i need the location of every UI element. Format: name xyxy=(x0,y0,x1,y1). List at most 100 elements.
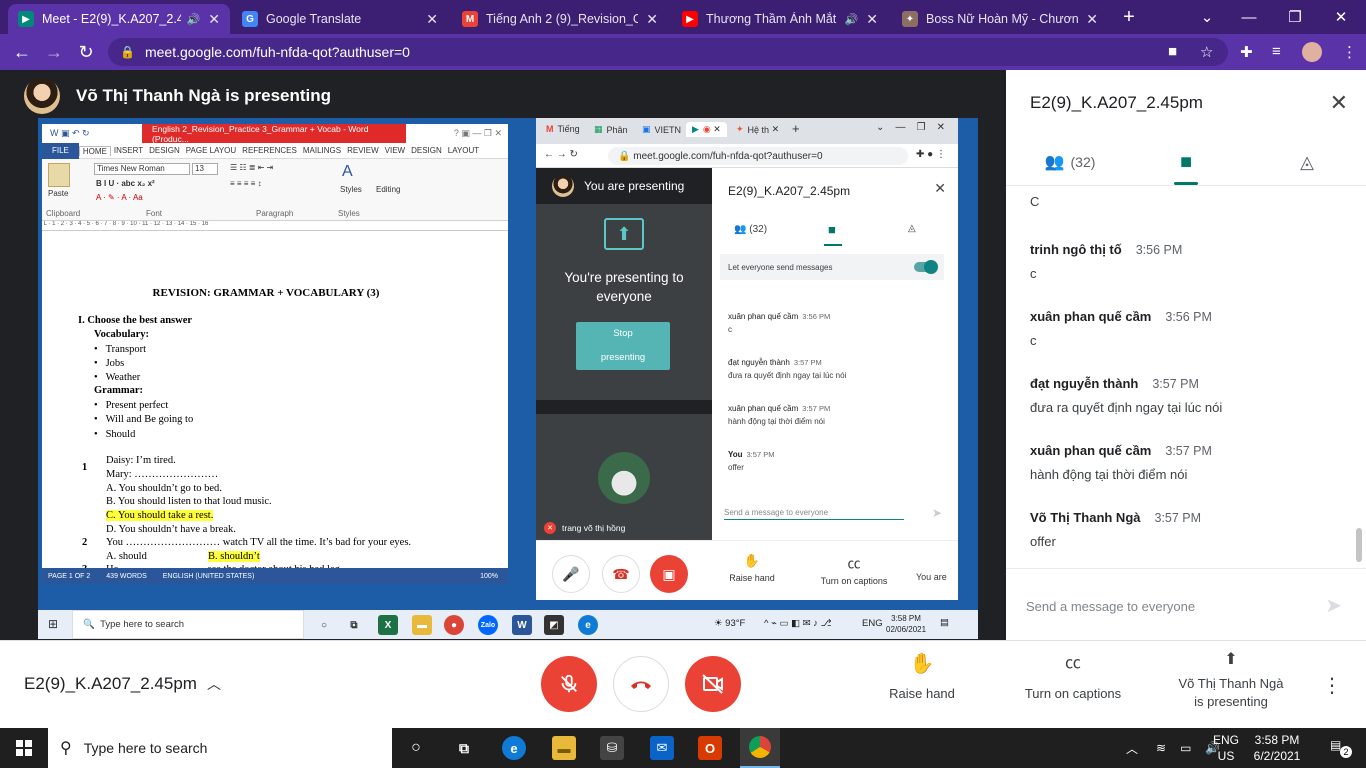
office-icon[interactable]: O xyxy=(698,736,722,760)
message-text: đưa ra quyết định ngay tại lúc nói xyxy=(1030,400,1223,415)
raise-hand-button[interactable]: ✋ Raise hand xyxy=(882,654,962,703)
list-item: • Will and Be going to xyxy=(94,414,194,425)
close-window-button[interactable]: ✕ xyxy=(1318,0,1364,34)
tab-search-icon[interactable]: ⌄ xyxy=(1184,0,1230,34)
close-tab-icon[interactable]: ✕ xyxy=(1086,11,1098,28)
proofing-language: ENGLISH (UNITED STATES) xyxy=(162,572,255,580)
file-explorer-icon[interactable]: ▬ xyxy=(552,736,576,760)
browser-tab-youtube[interactable]: ▶ Thương Thầm Ánh Mắt A 🔊 ✕ xyxy=(672,4,888,34)
back-icon[interactable]: ← xyxy=(10,40,34,64)
close-tab-icon[interactable]: ✕ xyxy=(646,11,658,28)
close-panel-button[interactable]: ✕ xyxy=(1330,90,1348,116)
ribbon-tab-page-layout[interactable]: PAGE LAYOU xyxy=(183,146,239,155)
ribbon-tab-references[interactable]: REFERENCES xyxy=(239,146,300,155)
inner-panel-tabs: 👥 (32) ■ ◬ xyxy=(712,216,958,248)
question-number: 2 xyxy=(82,537,88,548)
ribbon-tab-home[interactable]: HOME xyxy=(78,145,111,156)
ribbon-tab-insert[interactable]: INSERT xyxy=(111,146,146,155)
list-buttons[interactable]: ☰ ☷ ≣ ⇤ ⇥ xyxy=(230,163,273,172)
font-size-select[interactable]: 13 xyxy=(192,163,218,175)
align-buttons[interactable]: ≡ ≡ ≡ ≡ ↕ xyxy=(230,179,262,188)
camera-icon[interactable]: ■ xyxy=(1168,43,1177,60)
editing-label: Editing xyxy=(376,185,401,194)
edge-icon[interactable]: e xyxy=(502,736,526,760)
show-hidden-icons-icon[interactable]: ︿ xyxy=(1126,740,1138,757)
profile-avatar[interactable] xyxy=(1302,42,1322,62)
notifications-button[interactable]: ▤ 2 xyxy=(1330,738,1352,758)
more-options-icon[interactable]: ⋮ xyxy=(1322,673,1342,698)
send-message-input[interactable]: Send a message to everyone xyxy=(1026,599,1195,614)
chat-scrollbar[interactable] xyxy=(1356,528,1362,562)
browser-tab-gmail[interactable]: M Tiếng Anh 2 (9)_Revision_Gra ✕ xyxy=(452,4,668,34)
browser-tab-meet[interactable]: ▶ Meet - E2(9)_K.A207_2.45 🔊 ✕ xyxy=(8,4,230,34)
format-buttons[interactable]: B I U · abc x₂ x² xyxy=(96,179,155,188)
message-text: hành động tại thời điểm nói xyxy=(1030,467,1188,482)
panel-divider xyxy=(1006,185,1366,186)
tile-separator xyxy=(536,400,712,414)
ribbon-tab-view[interactable]: VIEW xyxy=(382,146,408,155)
reload-icon[interactable]: ↻ xyxy=(74,40,98,64)
styles-icon[interactable]: A xyxy=(342,163,353,181)
word-ribbon-tabs: FILE HOME INSERT DESIGN PAGE LAYOU REFER… xyxy=(42,142,508,159)
close-tab-icon[interactable]: ✕ xyxy=(208,11,220,28)
bookmark-star-icon[interactable]: ☆ xyxy=(1200,43,1213,61)
store-icon[interactable]: ⛁ xyxy=(600,736,624,760)
captions-icon: ㏄ xyxy=(847,556,861,571)
browser-tab-translate[interactable]: G Google Translate ✕ xyxy=(232,4,448,34)
ribbon-tab-mailings[interactable]: MAILINGS xyxy=(300,146,344,155)
mic-off-button[interactable] xyxy=(541,656,597,712)
close-tab-icon[interactable]: ✕ xyxy=(866,11,878,28)
tab-people[interactable]: 👥 (32) xyxy=(1038,146,1102,178)
battery-icon[interactable]: ▭ xyxy=(1180,741,1191,755)
extensions-icon[interactable]: ✚ xyxy=(1240,43,1253,61)
input-language[interactable]: ENG US xyxy=(1212,732,1240,764)
send-icon[interactable]: ➤ xyxy=(1325,593,1342,618)
captions-button[interactable]: ㏄ Turn on captions xyxy=(1012,655,1134,703)
close-tab-icon[interactable]: ✕ xyxy=(426,11,438,28)
forward-icon[interactable]: → xyxy=(42,40,66,64)
tab-activities[interactable]: ◬ xyxy=(1292,146,1322,178)
font-name-select[interactable]: Times New Roman xyxy=(94,163,190,175)
ribbon-tab-review[interactable]: REVIEW xyxy=(344,146,382,155)
taskbar-clock[interactable]: 3:58 PM 6/2/2021 xyxy=(1244,732,1310,764)
inner-extension-icons: ✚ ● ⋮ xyxy=(916,149,946,160)
app-icon: ◩ xyxy=(544,615,564,635)
message-time: 3:57 PM xyxy=(1152,377,1199,391)
windows-start-button[interactable] xyxy=(0,728,48,768)
leave-call-button[interactable] xyxy=(613,656,669,712)
taskbar-search-box[interactable]: ⚲ Type here to search xyxy=(48,728,392,768)
inner-tab-strip: M Tiếng ▦ Phân ▣ VIETN ▶ ◉ ✕ ✦ Hệ th ✕ + ⌄ — … xyxy=(536,118,958,144)
chat-message: đạt nguyễn thành 3:57 PM đưa ra quyết địn… xyxy=(728,358,847,380)
cortana-icon[interactable]: ○ xyxy=(404,736,428,760)
ribbon-tab-file[interactable]: FILE xyxy=(42,142,79,159)
browser-tab-book[interactable]: ✦ Boss Nữ Hoàn Mỹ - Chương ✕ xyxy=(892,4,1108,34)
chrome-taskbar-button[interactable] xyxy=(740,728,780,768)
tab-chat[interactable]: ■ xyxy=(1170,146,1202,178)
ribbon-tab-layout[interactable]: LAYOUT xyxy=(445,146,482,155)
network-icon[interactable]: ≋ xyxy=(1156,741,1166,755)
ribbon-tab-design[interactable]: DESIGN xyxy=(146,146,183,155)
mail-icon[interactable]: ✉ xyxy=(650,736,674,760)
new-tab-button[interactable]: + xyxy=(1106,0,1152,34)
meeting-details-button[interactable]: E2(9)_K.A207_2.45pm ︿ xyxy=(24,674,221,694)
section-title: I. Choose the best answer xyxy=(78,315,193,326)
ribbon-tab-table-design[interactable]: DESIGN xyxy=(408,146,445,155)
inner-raise-hand: ✋ Raise hand xyxy=(722,553,782,583)
task-view-icon[interactable]: ⧉ xyxy=(452,736,476,760)
shared-taskbar-search: 🔍 Type here to search xyxy=(72,610,304,639)
message-sender: xuân phan quế cầm xyxy=(1030,309,1152,324)
presenting-button[interactable]: ⬆ Võ Thị Thanh Ngà is presenting xyxy=(1170,651,1292,711)
minimize-button[interactable]: — xyxy=(1226,0,1272,34)
answer-option: B. You should listen to that loud music. xyxy=(106,496,272,507)
address-bar[interactable]: 🔒 meet.google.com/fuh-nfda-qot?authuser=… xyxy=(108,38,1228,66)
audio-icon: 🔊 xyxy=(844,13,859,26)
presenting-label-line1: Võ Thị Thanh Ngà xyxy=(1178,676,1284,691)
media-icon[interactable]: ≡ xyxy=(1272,43,1281,60)
paste-icon[interactable] xyxy=(48,163,70,187)
activities-icon: ◬ xyxy=(1300,151,1314,172)
camera-off-button[interactable] xyxy=(685,656,741,712)
menu-dots-icon[interactable]: ⋮ xyxy=(1342,43,1357,61)
restore-button[interactable]: ❐ xyxy=(1272,0,1318,34)
list-item: • Transport xyxy=(94,344,147,355)
font-color-buttons[interactable]: A · ✎ · A · Aa xyxy=(96,193,143,202)
